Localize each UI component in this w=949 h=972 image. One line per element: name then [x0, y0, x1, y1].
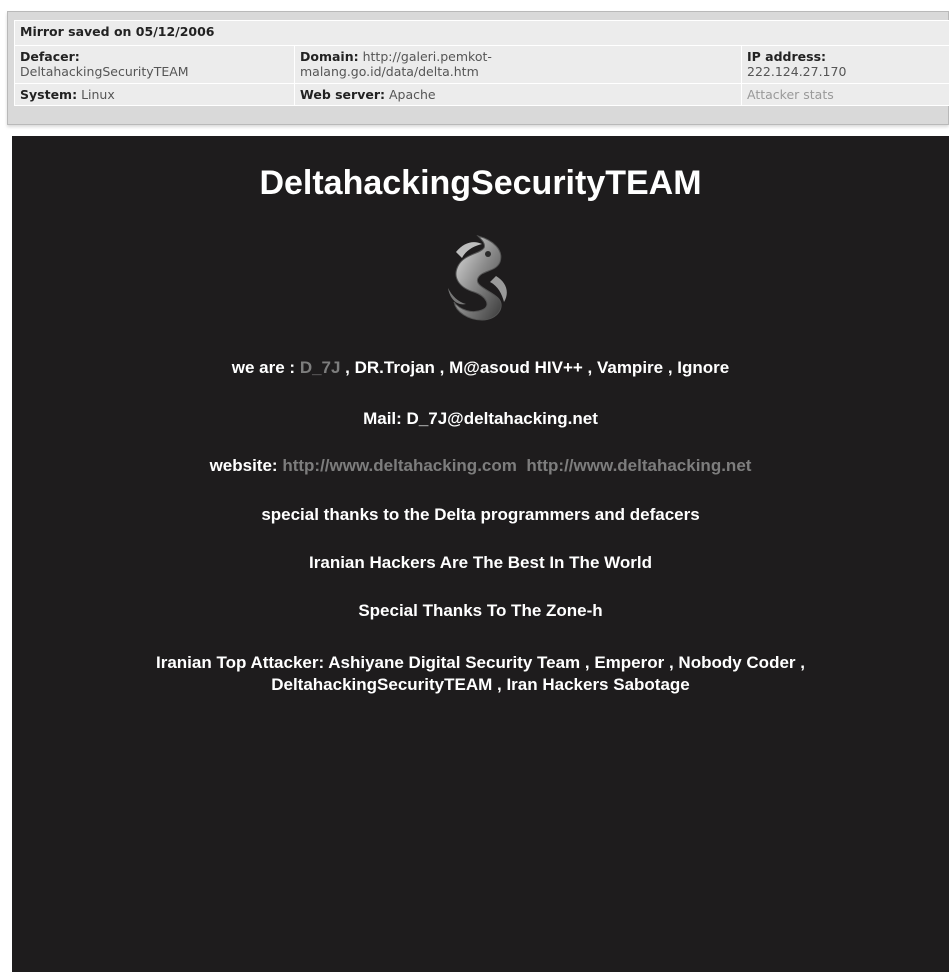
attacker-stats-cell: Attacker stats — [740, 83, 949, 106]
website-link-net[interactable]: http://www.deltahacking.net — [526, 456, 751, 475]
iranian-best-line: Iranian Hackers Are The Best In The Worl… — [309, 553, 652, 572]
mirror-info-table: Mirror saved on 05/12/2006 Defacer: Delt… — [13, 20, 949, 106]
top-attacker-line2: DeltahackingSecurityTEAM , Iran Hackers … — [271, 675, 690, 694]
mirror-info-panel: Mirror saved on 05/12/2006 Defacer: Delt… — [7, 11, 949, 125]
dragon-emblem-icon — [448, 235, 507, 321]
thanks-zoneh-line: Special Thanks To The Zone-h — [358, 601, 603, 620]
webserver-cell: Web server: Apache — [294, 83, 742, 106]
website-line: website: http://www.deltahacking.com htt… — [12, 456, 949, 476]
top-attacker-line1: Iranian Top Attacker: Ashiyane Digital S… — [156, 653, 805, 672]
domain-value-line1: http://galeri.pemkot- — [362, 49, 492, 64]
system-cell: System: Linux — [14, 83, 295, 106]
top-attacker-block: Iranian Top Attacker: Ashiyane Digital S… — [12, 652, 949, 696]
system-label: System: — [20, 87, 78, 102]
domain-value-line2: malang.go.id/data/delta.htm — [300, 64, 479, 79]
website-label: website: — [209, 456, 283, 475]
members-rest: , DR.Trojan , M@asoud HIV++ , Vampire , … — [340, 358, 730, 377]
we-are-label: we are : — [231, 358, 300, 377]
defacer-value: DeltahackingSecurityTEAM — [20, 64, 189, 79]
webserver-label: Web server: — [300, 87, 385, 102]
domain-label: Domain: — [300, 49, 359, 64]
defaced-page: DeltahackingSecurityTEAM we are : D_7J ,… — [12, 136, 949, 972]
defacer-cell: Defacer: DeltahackingSecurityTEAM — [14, 45, 295, 84]
ip-value: 222.124.27.170 — [747, 64, 847, 79]
mirror-saved-date: Mirror saved on 05/12/2006 — [13, 20, 949, 46]
ip-cell: IP address: 222.124.27.170 — [740, 45, 949, 84]
attacker-stats-link[interactable]: Attacker stats — [747, 87, 834, 102]
system-value: Linux — [81, 87, 115, 102]
ip-label: IP address: — [747, 49, 827, 64]
member-link-d7j[interactable]: D_7J — [300, 358, 341, 377]
members-line: we are : D_7J , DR.Trojan , M@asoud HIV+… — [12, 358, 949, 378]
mail-line: Mail: D_7J@deltahacking.net — [363, 409, 598, 428]
domain-cell: Domain: http://galeri.pemkot- malang.go.… — [294, 45, 742, 84]
deface-title: DeltahackingSecurityTEAM — [259, 164, 702, 202]
website-link-com[interactable]: http://www.deltahacking.com — [282, 456, 517, 475]
thanks-programmers-line: special thanks to the Delta programmers … — [261, 505, 700, 524]
webserver-value: Apache — [388, 87, 436, 102]
defacer-label: Defacer: — [20, 49, 80, 64]
